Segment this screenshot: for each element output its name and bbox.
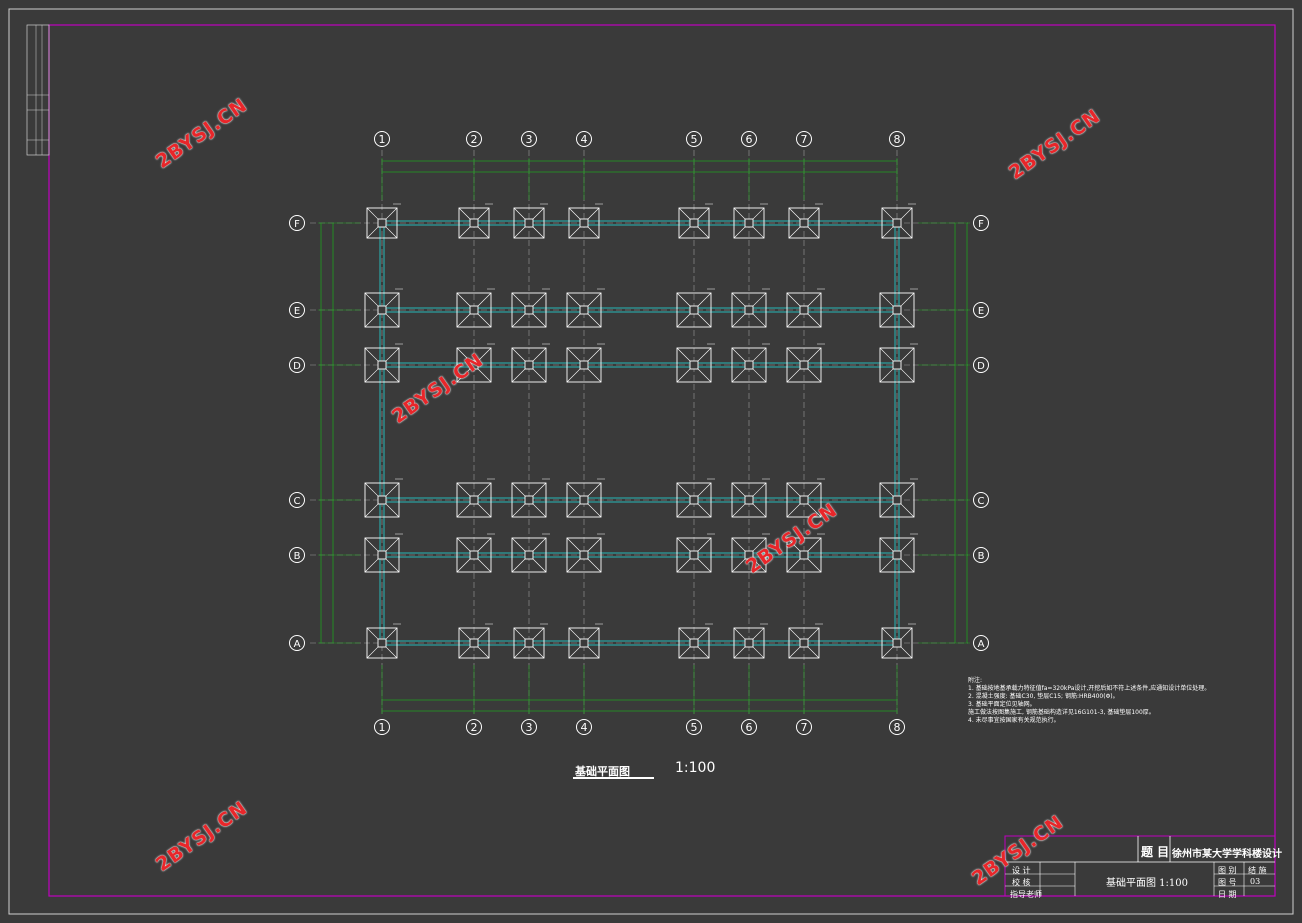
row-label-check: 校 核 (1012, 878, 1031, 887)
axis-label: D (977, 361, 985, 372)
title-subject: 徐州市某大学学科楼设计 (1172, 849, 1282, 860)
note-line: 4. 未尽事宜按国家有关规范执行。 (968, 717, 1060, 724)
notes-heading: 附注: (968, 677, 983, 684)
row-label-design: 设 计 (1012, 866, 1031, 875)
axis-label: 4 (581, 133, 588, 146)
plan-scale: 1:100 (675, 760, 716, 776)
axis-label: 6 (746, 133, 753, 146)
axis-label: 1 (379, 133, 386, 146)
right-value-type: 结 施 (1248, 866, 1267, 875)
note-line: 1. 基础按地基承载力特征值fa=320kPa设计,开挖后如不符上述条件,应通知… (968, 685, 1211, 692)
right-label-date: 日 期 (1218, 890, 1237, 899)
title-subject-label: 题 目 (1141, 845, 1170, 859)
axis-label: C (978, 496, 985, 507)
axis-label: 6 (746, 721, 753, 734)
axis-label: A (978, 639, 985, 650)
axis-label: 7 (801, 721, 808, 734)
axis-label: 5 (691, 721, 698, 734)
axis-label: C (294, 496, 301, 507)
axis-label: F (978, 219, 984, 230)
axis-label: E (294, 306, 300, 317)
axis-label: 2 (471, 721, 478, 734)
axis-label: 3 (526, 133, 533, 146)
axis-label: 5 (691, 133, 698, 146)
axis-label: 8 (894, 721, 901, 734)
axis-label: A (294, 639, 301, 650)
axis-label: 8 (894, 133, 901, 146)
axis-label: 1 (379, 721, 386, 734)
row-label-advisor: 指导老师 (1010, 890, 1042, 899)
axis-label: 7 (801, 133, 808, 146)
note-line: 3. 基础平面定位见轴网。 (968, 701, 1036, 708)
axis-label: D (293, 361, 301, 372)
plan-title: 基础平面图 (575, 765, 630, 778)
axis-label: 4 (581, 721, 588, 734)
note-line: 2. 混凝土强度: 基础C30, 垫层C15; 钢筋:HRB400(Φ)。 (968, 693, 1119, 700)
note-line: 施工做法按图集施工, 钢筋基础构造详见16G101-3, 基础垫层100厚。 (968, 709, 1155, 716)
axis-label: E (978, 306, 984, 317)
axis-label: 2 (471, 133, 478, 146)
right-label-type: 图 别 (1218, 866, 1237, 875)
general-notes: 附注: 1. 基础按地基承载力特征值fa=320kPa设计,开挖后如不符上述条件… (968, 677, 1210, 725)
axis-label: F (294, 219, 300, 230)
right-label-number: 图 号 (1218, 878, 1237, 887)
drawing-name: 基础平面图 1:100 (1106, 878, 1188, 889)
axis-label: B (294, 551, 301, 562)
right-value-number: 03 (1250, 877, 1261, 886)
axis-label: B (978, 551, 985, 562)
axis-label: 3 (526, 721, 533, 734)
